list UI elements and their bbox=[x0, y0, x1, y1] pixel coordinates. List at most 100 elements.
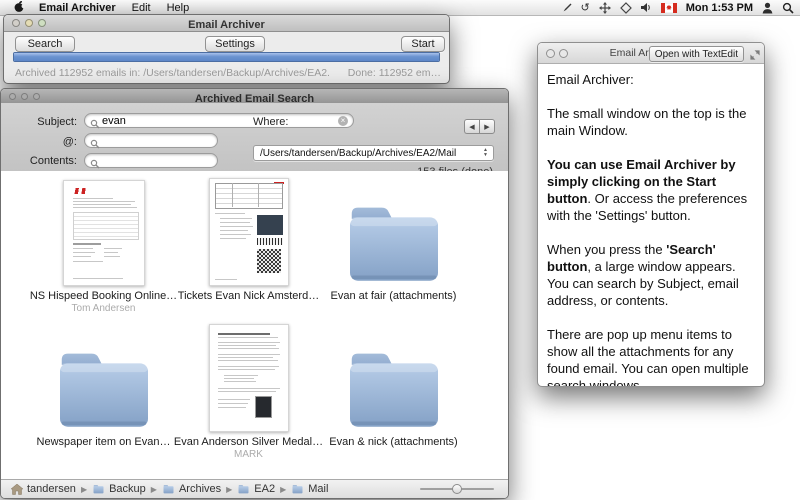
clear-search-icon[interactable]: × bbox=[338, 116, 348, 126]
result-item[interactable]: Evan Anderson Silver Medal… MARK bbox=[176, 324, 321, 460]
item-name: NS Hispeed Booking Online… bbox=[30, 290, 177, 302]
search-icon bbox=[90, 116, 100, 126]
search-results-area[interactable]: NS Hispeed Booking Online… Tom Andersen bbox=[1, 171, 508, 479]
path-segment[interactable]: Mail bbox=[291, 483, 328, 495]
search-icon bbox=[90, 156, 100, 166]
photo bbox=[257, 215, 283, 235]
where-label: Where: bbox=[253, 116, 288, 128]
home-icon bbox=[11, 484, 23, 495]
result-item[interactable]: NS Hispeed Booking Online… Tom Andersen bbox=[31, 176, 176, 314]
results-row: Newspaper item on Evan… bbox=[31, 324, 491, 460]
paragraph: There are pop up menu items to show all … bbox=[547, 326, 756, 386]
canada-flag-icon[interactable] bbox=[661, 1, 677, 14]
address-input[interactable] bbox=[84, 133, 218, 148]
path-label: Backup bbox=[109, 483, 146, 495]
paragraph: You can use Email Archiver by simply cli… bbox=[547, 156, 756, 224]
history-nav: ◀ ▶ bbox=[464, 119, 495, 134]
where-popup-value: /Users/tandersen/Backup/Archives/EA2/Mai… bbox=[260, 148, 456, 159]
search-toolbar: Subject: × @: Contents: ◀ ▶ Where: /User… bbox=[1, 103, 508, 172]
spotlight-icon[interactable] bbox=[782, 1, 794, 14]
back-button[interactable]: ◀ bbox=[464, 119, 479, 134]
menu-clock[interactable]: Mon 1:53 PM bbox=[686, 2, 753, 14]
zoom-button[interactable] bbox=[33, 93, 40, 100]
document-thumbnail bbox=[31, 176, 176, 286]
minimize-button[interactable] bbox=[25, 19, 33, 27]
paragraph: Email Archiver: bbox=[547, 71, 756, 88]
folder-icon bbox=[321, 176, 466, 286]
doc-table bbox=[73, 212, 139, 240]
document-thumbnail bbox=[176, 324, 321, 432]
start-button[interactable]: Start bbox=[401, 36, 445, 52]
at-label: @: bbox=[5, 136, 77, 148]
path-separator: ▶ bbox=[280, 485, 286, 494]
folder-icon bbox=[237, 484, 250, 494]
search-window-titlebar[interactable]: Archived Email Search bbox=[1, 89, 508, 104]
time-machine-icon[interactable]: ↺ bbox=[581, 1, 590, 14]
zoom-button[interactable] bbox=[38, 19, 46, 27]
slider-knob[interactable] bbox=[452, 484, 462, 494]
search-button[interactable]: Search bbox=[15, 36, 75, 52]
path-segment[interactable]: Backup bbox=[92, 483, 146, 495]
document-page bbox=[209, 324, 289, 432]
contents-label: Contents: bbox=[5, 155, 77, 167]
folder-icon bbox=[291, 484, 304, 494]
path-separator: ▶ bbox=[226, 485, 232, 494]
quicklook-controls bbox=[546, 43, 568, 63]
menu-status-area: ↺ Mon 1:53 PM bbox=[561, 0, 794, 15]
search-icon bbox=[90, 136, 100, 146]
path-label: Archives bbox=[179, 483, 221, 495]
contents-input[interactable] bbox=[84, 153, 218, 168]
result-item[interactable]: Evan at fair (attachments) bbox=[321, 176, 466, 314]
item-subtitle: MARK bbox=[234, 449, 263, 460]
volume-icon[interactable] bbox=[641, 1, 652, 14]
pen-icon[interactable] bbox=[561, 1, 572, 14]
quicklook-titlebar[interactable]: Email Archiver.rtf Open with TextEdit bbox=[538, 43, 764, 64]
settings-button[interactable]: Settings bbox=[205, 36, 265, 52]
item-name: Newspaper item on Evan… bbox=[37, 436, 171, 448]
subject-input[interactable] bbox=[84, 113, 354, 128]
portrait-photo bbox=[255, 396, 272, 418]
item-name: Evan Anderson Silver Medal… bbox=[174, 436, 323, 448]
path-label: Mail bbox=[308, 483, 328, 495]
path-label: EA2 bbox=[254, 483, 275, 495]
move-icon[interactable] bbox=[599, 1, 611, 14]
quicklook-window: Email Archiver.rtf Open with TextEdit Em… bbox=[537, 42, 765, 387]
spaces-icon[interactable] bbox=[620, 1, 632, 14]
folder-icon bbox=[92, 484, 105, 494]
main-window-title: Email Archiver bbox=[188, 19, 265, 31]
menu-app-name[interactable]: Email Archiver bbox=[39, 2, 116, 14]
minimize-button[interactable] bbox=[21, 93, 28, 100]
item-subtitle: Tom Andersen bbox=[72, 303, 136, 314]
close-icon[interactable] bbox=[546, 49, 555, 58]
user-icon[interactable] bbox=[762, 1, 773, 14]
add-icon[interactable] bbox=[559, 49, 568, 58]
email-archiver-window: Email Archiver Search Settings Start Arc… bbox=[3, 14, 450, 84]
path-separator: ▶ bbox=[81, 485, 87, 494]
path-bar: tandersen ▶ Backup ▶ Archives ▶ EA2 ▶ Ma… bbox=[1, 479, 508, 498]
menu-help[interactable]: Help bbox=[167, 2, 190, 14]
folder-icon bbox=[162, 484, 175, 494]
ticket-table bbox=[215, 183, 283, 209]
menu-edit[interactable]: Edit bbox=[132, 2, 151, 14]
where-popup[interactable]: /Users/tandersen/Backup/Archives/EA2/Mai… bbox=[253, 145, 494, 161]
document-thumbnail bbox=[176, 176, 321, 286]
traffic-lights bbox=[12, 15, 46, 31]
close-button[interactable] bbox=[9, 93, 16, 100]
path-segment-home[interactable]: tandersen bbox=[11, 483, 76, 495]
path-segment[interactable]: EA2 bbox=[237, 483, 275, 495]
path-separator: ▶ bbox=[151, 485, 157, 494]
progress-bar-fill bbox=[14, 53, 439, 61]
open-with-textedit-button[interactable]: Open with TextEdit bbox=[649, 46, 744, 62]
close-button[interactable] bbox=[12, 19, 20, 27]
path-segment[interactable]: Archives bbox=[162, 483, 221, 495]
item-name: Tickets Evan Nick Amsterd… bbox=[178, 290, 319, 302]
archived-email-search-window: Archived Email Search Subject: × @: Cont… bbox=[0, 88, 509, 499]
item-name: Evan & nick (attachments) bbox=[329, 436, 457, 448]
folder-icon bbox=[321, 324, 466, 432]
forward-button[interactable]: ▶ bbox=[479, 119, 495, 134]
icon-size-slider[interactable] bbox=[420, 484, 494, 494]
result-item[interactable]: Newspaper item on Evan… bbox=[31, 324, 176, 460]
result-item[interactable]: Evan & nick (attachments) bbox=[321, 324, 466, 460]
result-item[interactable]: Tickets Evan Nick Amsterd… bbox=[176, 176, 321, 314]
main-window-titlebar[interactable]: Email Archiver bbox=[4, 15, 449, 32]
